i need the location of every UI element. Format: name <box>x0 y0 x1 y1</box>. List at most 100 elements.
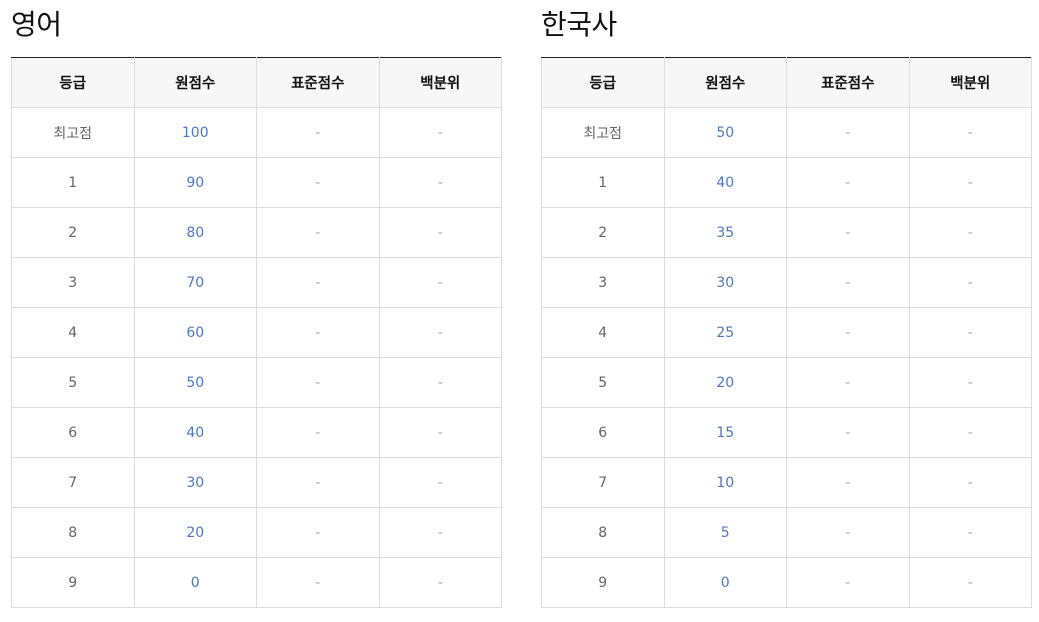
standard-score-cell: - <box>786 157 910 208</box>
score-table: 등급 원점수 표준점수 백분위 최고점 100 - - 1 90 - - 2 8… <box>11 57 502 608</box>
raw-score-cell: 10 <box>663 457 787 508</box>
grade-cell: 2 <box>11 207 135 258</box>
standard-score-cell: - <box>786 207 910 258</box>
percentile-cell: - <box>378 557 502 608</box>
standard-score-cell: - <box>256 557 380 608</box>
table-row: 최고점 50 - - <box>541 107 1032 158</box>
standard-score-cell: - <box>256 257 380 308</box>
percentile-cell: - <box>908 207 1032 258</box>
table-row: 최고점 100 - - <box>11 107 502 158</box>
raw-score-cell: 50 <box>663 107 787 158</box>
grade-cell: 1 <box>541 157 665 208</box>
korean-history-score-panel: 한국사 등급 원점수 표준점수 백분위 최고점 50 - - 1 40 - - … <box>541 0 1032 608</box>
raw-score-cell: 40 <box>663 157 787 208</box>
raw-score-cell: 20 <box>133 507 257 558</box>
column-header-percentile: 백분위 <box>908 57 1032 108</box>
raw-score-cell: 0 <box>663 557 787 608</box>
standard-score-cell: - <box>786 107 910 158</box>
percentile-cell: - <box>378 157 502 208</box>
standard-score-cell: - <box>256 407 380 458</box>
score-tables-page: 영어 등급 원점수 표준점수 백분위 최고점 100 - - 1 90 - - … <box>0 0 1039 622</box>
raw-score-cell: 40 <box>133 407 257 458</box>
grade-cell: 8 <box>11 507 135 558</box>
raw-score-cell: 100 <box>133 107 257 158</box>
percentile-cell: - <box>908 157 1032 208</box>
percentile-cell: - <box>908 107 1032 158</box>
percentile-cell: - <box>908 507 1032 558</box>
table-row: 7 30 - - <box>11 457 502 508</box>
percentile-cell: - <box>378 207 502 258</box>
standard-score-cell: - <box>256 357 380 408</box>
table-row: 6 40 - - <box>11 407 502 458</box>
grade-cell: 3 <box>541 257 665 308</box>
raw-score-cell: 25 <box>663 307 787 358</box>
raw-score-cell: 30 <box>133 457 257 508</box>
column-header-grade: 등급 <box>11 57 135 108</box>
percentile-cell: - <box>378 507 502 558</box>
grade-cell: 7 <box>541 457 665 508</box>
panel-title: 영어 <box>11 8 62 41</box>
table-row: 3 70 - - <box>11 257 502 308</box>
grade-cell: 9 <box>541 557 665 608</box>
standard-score-cell: - <box>786 307 910 358</box>
percentile-cell: - <box>378 257 502 308</box>
grade-cell: 최고점 <box>11 107 135 158</box>
grade-cell: 6 <box>11 407 135 458</box>
table-row: 3 30 - - <box>541 257 1032 308</box>
standard-score-cell: - <box>256 507 380 558</box>
standard-score-cell: - <box>256 207 380 258</box>
standard-score-cell: - <box>786 257 910 308</box>
percentile-cell: - <box>908 307 1032 358</box>
percentile-cell: - <box>908 257 1032 308</box>
table-row: 4 60 - - <box>11 307 502 358</box>
standard-score-cell: - <box>256 307 380 358</box>
grade-cell: 1 <box>11 157 135 208</box>
percentile-cell: - <box>378 107 502 158</box>
table-row: 6 15 - - <box>541 407 1032 458</box>
grade-cell: 4 <box>541 307 665 358</box>
grade-cell: 8 <box>541 507 665 558</box>
grade-cell: 3 <box>11 257 135 308</box>
standard-score-cell: - <box>786 357 910 408</box>
table-row: 9 0 - - <box>11 557 502 608</box>
score-table: 등급 원점수 표준점수 백분위 최고점 50 - - 1 40 - - 2 35… <box>541 57 1032 608</box>
standard-score-cell: - <box>786 407 910 458</box>
grade-cell: 2 <box>541 207 665 258</box>
percentile-cell: - <box>908 407 1032 458</box>
percentile-cell: - <box>378 307 502 358</box>
standard-score-cell: - <box>786 557 910 608</box>
raw-score-cell: 5 <box>663 507 787 558</box>
table-row: 1 40 - - <box>541 157 1032 208</box>
percentile-cell: - <box>378 457 502 508</box>
grade-cell: 7 <box>11 457 135 508</box>
table-header-row: 등급 원점수 표준점수 백분위 <box>11 57 502 108</box>
percentile-cell: - <box>908 457 1032 508</box>
panel-title: 한국사 <box>541 8 617 41</box>
grade-cell: 5 <box>541 357 665 408</box>
table-row: 1 90 - - <box>11 157 502 208</box>
raw-score-cell: 15 <box>663 407 787 458</box>
raw-score-cell: 0 <box>133 557 257 608</box>
percentile-cell: - <box>378 407 502 458</box>
grade-cell: 5 <box>11 357 135 408</box>
standard-score-cell: - <box>256 457 380 508</box>
standard-score-cell: - <box>256 157 380 208</box>
table-row: 9 0 - - <box>541 557 1032 608</box>
table-row: 2 80 - - <box>11 207 502 258</box>
table-row: 7 10 - - <box>541 457 1032 508</box>
grade-cell: 4 <box>11 307 135 358</box>
table-row: 4 25 - - <box>541 307 1032 358</box>
standard-score-cell: - <box>786 457 910 508</box>
raw-score-cell: 80 <box>133 207 257 258</box>
standard-score-cell: - <box>256 107 380 158</box>
raw-score-cell: 90 <box>133 157 257 208</box>
percentile-cell: - <box>908 557 1032 608</box>
raw-score-cell: 30 <box>663 257 787 308</box>
percentile-cell: - <box>908 357 1032 408</box>
table-row: 2 35 - - <box>541 207 1032 258</box>
grade-cell: 9 <box>11 557 135 608</box>
table-header-row: 등급 원점수 표준점수 백분위 <box>541 57 1032 108</box>
raw-score-cell: 20 <box>663 357 787 408</box>
column-header-percentile: 백분위 <box>378 57 502 108</box>
raw-score-cell: 60 <box>133 307 257 358</box>
